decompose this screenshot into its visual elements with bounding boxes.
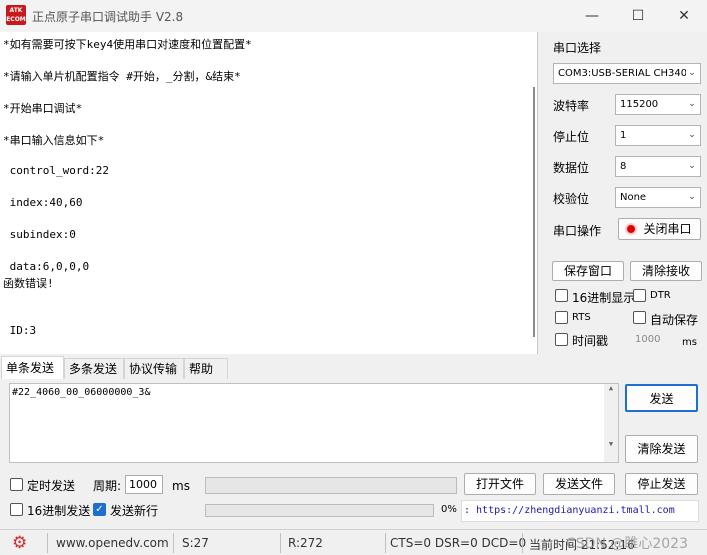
port-select[interactable]: COM3:USB-SERIAL CH340 ⌄	[553, 63, 701, 84]
receive-textarea[interactable]: *如有需要可按下key4使用串口对速度和位置配置* *请输入单片机配置指令 #开…	[0, 32, 538, 354]
port-operation-label: 串口操作	[553, 224, 602, 238]
stop-bits-label: 停止位	[553, 130, 590, 144]
parity-select[interactable]: None ⌄	[615, 187, 701, 208]
receive-count: R:272	[288, 536, 323, 550]
dtr-label: DTR	[650, 290, 671, 301]
stop-bits-select[interactable]: 1 ⌄	[615, 125, 701, 146]
rts-label: RTS	[572, 312, 591, 323]
csdn-watermark: CSDN @雎心2023	[566, 536, 688, 552]
timestamp-checkbox[interactable]	[555, 333, 568, 346]
window-title: 正点原子串口调试助手 V2.8	[32, 10, 184, 24]
tab-multi-send[interactable]: 多条发送	[64, 358, 124, 379]
send-button[interactable]: 发送	[625, 384, 698, 412]
line-status: CTS=0 DSR=0 DCD=0	[390, 536, 527, 550]
status-divider	[173, 533, 174, 553]
close-port-button[interactable]: 关闭串口	[618, 218, 701, 240]
send-progress-bar	[205, 504, 434, 517]
receive-line: ID:3	[3, 324, 37, 337]
auto-save-label: 自动保存	[650, 313, 699, 327]
single-send-panel: #22_4060_00_06000000_3& ▲ ▼ 发送 清除发送	[0, 379, 707, 470]
port-label: 串口选择	[553, 41, 602, 55]
close-button[interactable]: ✕	[661, 0, 707, 32]
timed-send-label: 定时发送	[27, 479, 76, 493]
receive-line: 函数错误!	[3, 277, 54, 290]
send-text: #22_4060_00_06000000_3&	[12, 387, 151, 398]
timestamp-label: 时间戳	[572, 334, 609, 348]
gear-icon[interactable]: ⚙	[12, 533, 27, 553]
timed-send-checkbox[interactable]	[10, 478, 23, 491]
scrollbar-thumb[interactable]	[533, 87, 535, 337]
send-tabs: 单条发送 多条发送 协议传输 帮助	[0, 356, 707, 380]
period-input[interactable]: 1000	[125, 475, 163, 494]
dtr-checkbox[interactable]	[633, 289, 646, 302]
status-divider	[385, 533, 386, 553]
website-link[interactable]: : https://zhengdianyuanzi.tmall.com	[461, 500, 699, 522]
hex-send-label: 16进制发送	[27, 504, 91, 518]
title-bar: ATK ECOM 正点原子串口调试助手 V2.8 — ☐ ✕	[0, 0, 707, 32]
hex-send-checkbox[interactable]	[10, 503, 23, 516]
timestamp-unit: ms	[682, 337, 697, 348]
website-label[interactable]: www.openedv.com	[56, 536, 169, 550]
app-logo-icon: ATK ECOM	[6, 5, 26, 25]
open-file-button[interactable]: 打开文件	[464, 473, 536, 495]
file-path-field[interactable]	[205, 477, 457, 494]
baud-select[interactable]: 115200 ⌄	[615, 94, 701, 115]
chevron-down-icon: ⌄	[686, 157, 698, 176]
receive-line: *请输入单片机配置指令 #开始，_分割，&结束*	[3, 70, 241, 83]
status-divider	[47, 533, 48, 553]
auto-save-checkbox[interactable]	[633, 311, 646, 324]
send-newline-checkbox[interactable]: ✓	[93, 503, 106, 516]
receive-line: subindex:0	[3, 228, 76, 241]
save-window-button[interactable]: 保存窗口	[552, 261, 624, 281]
port-value: COM3:USB-SERIAL CH340	[558, 68, 688, 79]
send-scrollbar[interactable]: ▲ ▼	[604, 384, 618, 462]
receive-line: data:6,0,0,0	[3, 260, 90, 273]
send-count: S:27	[182, 536, 209, 550]
maximize-button[interactable]: ☐	[615, 0, 661, 32]
receive-line: index:40,60	[3, 196, 83, 209]
parity-label: 校验位	[553, 192, 590, 206]
receive-line: *串口输入信息如下*	[3, 134, 105, 147]
data-bits-value: 8	[620, 161, 627, 172]
stop-bits-value: 1	[620, 130, 627, 141]
minimize-button[interactable]: —	[569, 0, 615, 32]
receive-line: *开始串口调试*	[3, 102, 83, 115]
clear-receive-button[interactable]: 清除接收	[630, 261, 702, 281]
data-bits-select[interactable]: 8 ⌄	[615, 156, 701, 177]
receive-scrollbar[interactable]	[529, 32, 537, 354]
record-dot-icon	[625, 223, 637, 235]
chevron-down-icon: ⌄	[686, 64, 698, 83]
parity-value: None	[620, 192, 647, 203]
period-label: 周期:	[93, 479, 122, 493]
chevron-down-icon: ⌄	[686, 95, 698, 114]
data-bits-label: 数据位	[553, 161, 590, 175]
send-newline-label: 发送新行	[110, 504, 159, 518]
receive-line: *如有需要可按下key4使用串口对速度和位置配置*	[3, 38, 252, 51]
close-port-label: 关闭串口	[643, 222, 692, 236]
stop-send-button[interactable]: 停止发送	[625, 473, 698, 495]
period-unit: ms	[172, 479, 190, 493]
receive-line: control_word:22	[3, 164, 109, 177]
clear-send-button[interactable]: 清除发送	[625, 435, 698, 463]
status-bar: ⚙ www.openedv.com S:27 R:272 CTS=0 DSR=0…	[0, 529, 707, 555]
hex-display-label: 16进制显示	[572, 291, 636, 305]
send-file-button[interactable]: 发送文件	[543, 473, 615, 495]
tab-help[interactable]: 帮助	[184, 358, 228, 379]
tab-protocol[interactable]: 协议传输	[124, 358, 184, 379]
status-divider	[522, 533, 523, 553]
chevron-down-icon: ⌄	[686, 126, 698, 145]
send-options-row: 16进制发送 ✓ 发送新行 0% : https://zhengdianyuan…	[0, 498, 707, 524]
timed-send-row: 定时发送 周期: 1000 ms 打开文件 发送文件 停止发送	[0, 472, 707, 498]
tab-single-send[interactable]: 单条发送	[1, 356, 64, 380]
status-divider	[280, 533, 281, 553]
progress-percent: 0%	[441, 504, 457, 515]
baud-value: 115200	[620, 99, 659, 110]
baud-label: 波特率	[553, 99, 590, 113]
hex-display-checkbox[interactable]	[555, 289, 568, 302]
rts-checkbox[interactable]	[555, 311, 568, 324]
settings-panel: 串口选择 COM3:USB-SERIAL CH340 ⌄ 波特率 115200 ⌄ …	[546, 32, 707, 362]
send-textarea[interactable]: #22_4060_00_06000000_3& ▲ ▼	[9, 383, 619, 463]
timestamp-interval-input[interactable]: 1000	[635, 334, 660, 345]
chevron-down-icon: ⌄	[686, 188, 698, 207]
